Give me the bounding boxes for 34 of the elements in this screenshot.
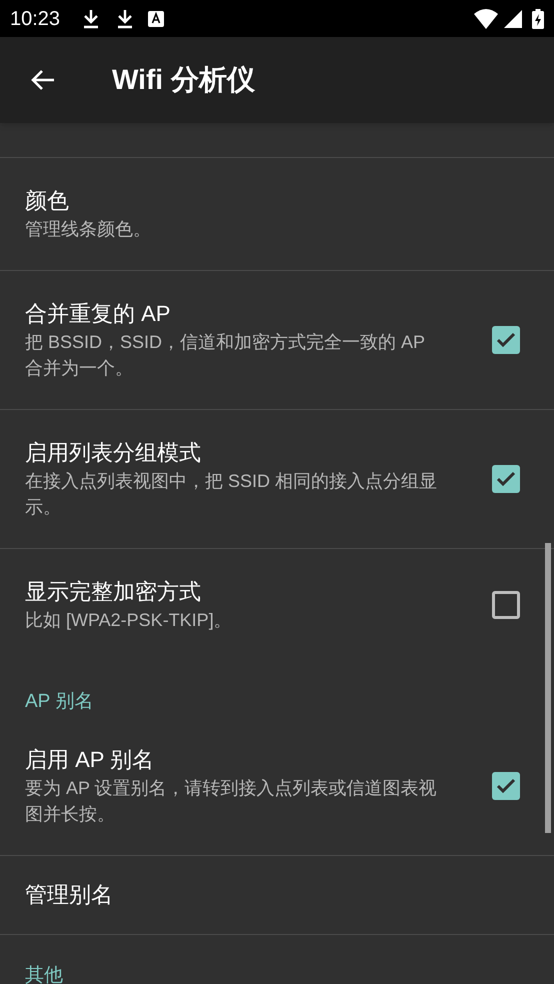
setting-row[interactable]: 管理别名: [0, 856, 554, 935]
setting-row[interactable]: 启用列表分组模式 在接入点列表视图中，把 SSID 相同的接入点分组显示。: [0, 410, 554, 549]
setting-summary: 要为 AP 设置别名，请转到接入点列表或信道图表视图并长按。: [25, 777, 437, 826]
checkbox[interactable]: [492, 591, 520, 619]
category-header: AP 别名: [25, 691, 94, 712]
back-arrow-icon[interactable]: [30, 68, 56, 92]
setting-summary: 比如 [WPA2-PSK-TKIP]。: [25, 609, 233, 632]
checkbox[interactable]: [492, 772, 520, 800]
setting-title: 颜色: [25, 187, 70, 215]
checkbox[interactable]: [492, 465, 520, 493]
download-icon: [82, 8, 100, 28]
setting-summary: 管理线条颜色。: [25, 218, 152, 241]
setting-summary: 在接入点列表视图中，把 SSID 相同的接入点分组显示。: [25, 470, 437, 519]
setting-row[interactable]: 颜色 管理线条颜色。: [0, 158, 554, 271]
battery-icon: [532, 8, 544, 28]
setting-title: 合并重复的 AP: [25, 300, 172, 328]
setting-title: 启用列表分组模式: [25, 439, 202, 467]
checkmark-icon: [496, 332, 516, 348]
checkbox[interactable]: [492, 326, 520, 354]
screen-title: Wifi 分析仪: [112, 63, 255, 97]
keyboard-a-icon: [148, 10, 164, 26]
signal-icon: [504, 10, 522, 28]
checkmark-icon: [496, 471, 516, 487]
setting-title: 启用 AP 别名: [25, 746, 156, 774]
setting-row[interactable]: 显示完整加密方式 比如 [WPA2-PSK-TKIP]。: [0, 549, 554, 661]
checkmark-icon: [496, 778, 516, 794]
setting-title: 管理别名: [25, 881, 114, 909]
setting-summary: 把 BSSID，SSID，信道和加密方式完全一致的 AP 合并为一个。: [25, 331, 426, 380]
setting-title: 显示完整加密方式: [25, 578, 202, 606]
category-header: 其他: [25, 965, 63, 984]
clock: 10:23: [10, 6, 60, 32]
wifi-icon: [474, 8, 498, 28]
download-icon: [116, 8, 134, 28]
setting-row[interactable]: 合并重复的 AP 把 BSSID，SSID，信道和加密方式完全一致的 AP 合并为一个。: [0, 271, 554, 410]
